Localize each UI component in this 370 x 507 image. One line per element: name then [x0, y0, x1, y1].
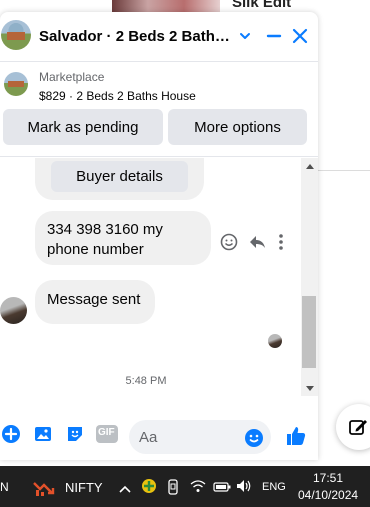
close-icon[interactable] [288, 24, 312, 48]
message-text-line: 334 398 3160 my [47, 221, 163, 238]
scroll-thumb[interactable] [302, 296, 316, 368]
listing-description[interactable]: $829 · 2 Beds 2 Baths House [39, 89, 196, 103]
chat-header: Salvador · 2 Beds 2 Baths ... [0, 12, 318, 62]
message-text-line: phone number [47, 241, 144, 258]
message-timestamp: 5:48 PM [125, 375, 167, 387]
message-composer: GIF [0, 400, 318, 460]
sticker-icon[interactable] [64, 423, 86, 445]
reply-icon[interactable] [247, 232, 267, 252]
listing-thumbnail[interactable] [4, 72, 28, 96]
security-shield-icon[interactable] [141, 478, 157, 499]
react-emoji-icon[interactable] [219, 232, 239, 252]
messenger-chat-window: Salvador · 2 Beds 2 Baths ... Marketplac… [0, 12, 318, 460]
photo-icon[interactable] [32, 423, 54, 445]
compose-icon [349, 420, 367, 435]
chat-title[interactable]: Salvador · 2 Beds 2 Baths ... [39, 28, 235, 45]
buyer-details-button[interactable]: Buyer details [51, 161, 188, 192]
scroll-down-arrow-icon[interactable] [306, 386, 314, 391]
gif-icon-label: GIF [98, 427, 115, 438]
new-message-button[interactable] [336, 404, 370, 450]
listing-category: Marketplace [39, 70, 105, 84]
taskbar-partial-label: N [0, 480, 9, 494]
device-icon[interactable] [166, 479, 180, 500]
thumbs-up-icon[interactable] [285, 425, 307, 447]
message-bubble: Message sent [35, 280, 155, 324]
message-text: Message sent [47, 291, 141, 308]
stock-chart-icon[interactable] [33, 477, 57, 502]
background-divider [318, 170, 370, 171]
windows-taskbar: N NIFTY ENG 17:51 04/10/2024 [0, 466, 370, 507]
mark-as-pending-button[interactable]: Mark as pending [3, 109, 163, 145]
message-actions [219, 230, 285, 254]
minimize-icon[interactable] [262, 24, 286, 48]
more-vertical-icon[interactable] [277, 232, 285, 252]
listing-avatar[interactable] [1, 20, 31, 50]
message-bubble: 334 398 3160 my phone number [35, 211, 211, 265]
stock-widget-label[interactable]: NIFTY [65, 480, 103, 495]
language-indicator[interactable]: ENG [262, 481, 286, 493]
volume-icon[interactable] [236, 479, 252, 498]
message-thread: Buyer details 334 398 3160 my phone numb… [0, 158, 318, 396]
listing-info: Marketplace $829 · 2 Beds 2 Baths House … [0, 63, 318, 157]
scroll-up-arrow-icon[interactable] [306, 164, 314, 169]
wifi-icon[interactable] [190, 479, 206, 498]
battery-icon[interactable] [213, 480, 231, 498]
chevron-up-icon[interactable] [118, 481, 132, 499]
read-receipt-avatar [268, 334, 282, 348]
clock-time[interactable]: 17:51 [313, 471, 343, 485]
more-options-button[interactable]: More options [168, 109, 307, 145]
background-image-thumbnail [112, 0, 220, 12]
plus-circle-icon[interactable] [0, 423, 22, 445]
scrollbar[interactable] [301, 158, 318, 396]
clock-date[interactable]: 04/10/2024 [298, 488, 358, 502]
chevron-down-icon[interactable] [233, 24, 257, 48]
gif-icon[interactable]: GIF [96, 423, 118, 445]
sender-avatar[interactable] [0, 297, 27, 324]
background-partial-text: Silk Edit [232, 0, 292, 11]
emoji-icon[interactable] [243, 427, 265, 449]
